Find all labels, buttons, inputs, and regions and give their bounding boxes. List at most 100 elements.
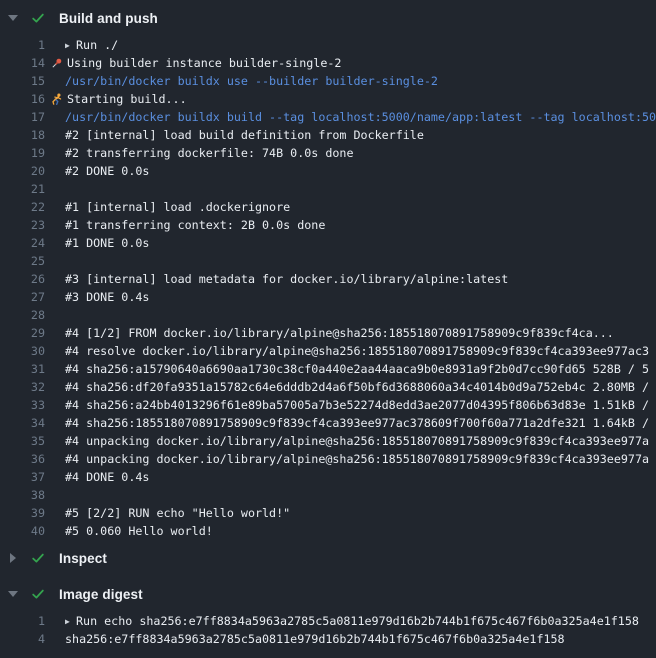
- log-text: #4 sha256:185518070891758909c9f839cf4ca3…: [65, 416, 649, 430]
- chevron-down-icon[interactable]: [8, 15, 18, 21]
- log-line-content: Starting build...: [65, 90, 187, 108]
- log-line-content: sha256:e7ff8834a5963a2785c5a0811e979d16b…: [65, 630, 565, 648]
- line-number[interactable]: 20: [0, 162, 45, 180]
- line-number[interactable]: 14: [0, 54, 45, 72]
- line-number[interactable]: 16: [0, 90, 45, 108]
- line-number[interactable]: 39: [0, 504, 45, 522]
- line-number[interactable]: 34: [0, 414, 45, 432]
- log-line: 19#2 transferring dockerfile: 74B 0.0s d…: [0, 144, 656, 162]
- log-text: Run echo sha256:e7ff8834a5963a2785c5a081…: [76, 614, 639, 628]
- line-number[interactable]: 1: [0, 612, 45, 630]
- log-line: 31 #4 sha256:a15790640a6690aa1730c38cf0a4…: [0, 360, 656, 378]
- line-number[interactable]: 28: [0, 306, 45, 324]
- log-text: Starting build...: [67, 92, 187, 106]
- log-line: 20 #2 DONE 0.0s: [0, 162, 656, 180]
- line-number[interactable]: 38: [0, 486, 45, 504]
- section-title: Inspect: [59, 551, 107, 566]
- success-check-icon: [30, 550, 46, 566]
- log-line-content: #1 DONE 0.0s: [65, 234, 149, 252]
- log-text: #4 sha256:df20fa9351a15782c64e6dddb2d4a6…: [65, 380, 649, 394]
- chevron-down-icon[interactable]: [8, 591, 18, 597]
- log-text: #3 [internal] load metadata for docker.i…: [65, 272, 508, 286]
- pushpin-icon: [50, 57, 63, 70]
- log-line: 1▶Run ./: [0, 36, 656, 54]
- log-line-content: #4 sha256:df20fa9351a15782c64e6dddb2d4a6…: [65, 378, 649, 396]
- log-line-content: ▶Run echo sha256:e7ff8834a5963a2785c5a08…: [65, 612, 639, 630]
- section-header-build-and-push[interactable]: Build and push: [0, 0, 656, 36]
- line-number[interactable]: 21: [0, 180, 45, 198]
- log-line: 16 Starting build...: [0, 90, 656, 108]
- log-text: #4 resolve docker.io/library/alpine@sha2…: [65, 344, 649, 358]
- log-text: #4 sha256:a15790640a6690aa1730c38cf0a440…: [65, 362, 649, 376]
- log-line: 28: [0, 306, 656, 324]
- log-line: 27 #3 DONE 0.4s: [0, 288, 656, 306]
- log-line-content: #5 0.060 Hello world!: [65, 522, 213, 540]
- line-number[interactable]: 1: [0, 36, 45, 54]
- run-expander-icon[interactable]: ▶: [65, 37, 76, 55]
- log-line: 17/usr/bin/docker buildx build --tag loc…: [0, 108, 656, 126]
- log-line: 33 #4 sha256:a24bb4013296f61e89ba57005a7b…: [0, 396, 656, 414]
- line-number[interactable]: 36: [0, 450, 45, 468]
- log-lines: 1▶Run ./14Using builder instance builder…: [0, 36, 656, 540]
- log-line: 34 #4 sha256:185518070891758909c9f839cf4c…: [0, 414, 656, 432]
- log-line-content: #4 sha256:a24bb4013296f61e89ba57005a7b3e…: [65, 396, 649, 414]
- line-number[interactable]: 22: [0, 198, 45, 216]
- line-number[interactable]: 31: [0, 360, 45, 378]
- line-number[interactable]: 18: [0, 126, 45, 144]
- log-section-build-and-push: Build and push1▶Run ./14Using builder in…: [0, 0, 656, 540]
- log-line: 23 #1 transferring context: 2B 0.0s done: [0, 216, 656, 234]
- log-line-content: /usr/bin/docker buildx use --builder bui…: [65, 72, 438, 90]
- chevron-right-icon[interactable]: [10, 553, 16, 563]
- log-line-content: #4 resolve docker.io/library/alpine@sha2…: [65, 342, 649, 360]
- line-number[interactable]: 27: [0, 288, 45, 306]
- line-number[interactable]: 37: [0, 468, 45, 486]
- runner-icon: [50, 93, 63, 106]
- log-text: #4 unpacking docker.io/library/alpine@sh…: [65, 434, 649, 448]
- log-line-content: #1 [internal] load .dockerignore: [65, 198, 290, 216]
- actions-log-viewer: Build and push1▶Run ./14Using builder in…: [0, 0, 656, 658]
- log-line: 37 #4 DONE 0.4s: [0, 468, 656, 486]
- log-line: 36#4 unpacking docker.io/library/alpine@…: [0, 450, 656, 468]
- log-text: #5 0.060 Hello world!: [65, 524, 213, 538]
- line-number[interactable]: 15: [0, 72, 45, 90]
- line-number[interactable]: 32: [0, 378, 45, 396]
- log-text: #4 [1/2] FROM docker.io/library/alpine@s…: [65, 326, 614, 340]
- line-number[interactable]: 23: [0, 216, 45, 234]
- log-text: #1 transferring context: 2B 0.0s done: [65, 218, 325, 232]
- log-line-content: #4 [1/2] FROM docker.io/library/alpine@s…: [65, 324, 614, 342]
- line-number[interactable]: 33: [0, 396, 45, 414]
- log-text: sha256:e7ff8834a5963a2785c5a0811e979d16b…: [65, 632, 565, 646]
- log-line-content: #4 sha256:185518070891758909c9f839cf4ca3…: [65, 414, 649, 432]
- line-number[interactable]: 29: [0, 324, 45, 342]
- log-section-image-digest: Image digest 1 ▶Run echo sha256:e7ff8834a5…: [0, 576, 656, 648]
- log-line-content: #2 DONE 0.0s: [65, 162, 149, 180]
- run-expander-icon[interactable]: ▶: [65, 613, 76, 631]
- log-text: #3 DONE 0.4s: [65, 290, 149, 304]
- line-number[interactable]: 19: [0, 144, 45, 162]
- section-header-image-digest[interactable]: Image digest: [0, 576, 656, 612]
- log-text: #2 DONE 0.0s: [65, 164, 149, 178]
- section-title: Image digest: [59, 587, 143, 602]
- line-number[interactable]: 35: [0, 432, 45, 450]
- line-number[interactable]: 4: [0, 630, 45, 648]
- log-line: 40 #5 0.060 Hello world!: [0, 522, 656, 540]
- log-line-content: #4 sha256:a15790640a6690aa1730c38cf0a440…: [65, 360, 649, 378]
- line-number[interactable]: 26: [0, 270, 45, 288]
- log-line: 38: [0, 486, 656, 504]
- log-line: 14Using builder instance builder-single-…: [0, 54, 656, 72]
- log-text: #2 [internal] load build definition from…: [65, 128, 424, 142]
- success-check-icon: [30, 586, 46, 602]
- log-line-content: #4 DONE 0.4s: [65, 468, 149, 486]
- line-number[interactable]: 17: [0, 108, 45, 126]
- line-number[interactable]: 40: [0, 522, 45, 540]
- log-line: 1 ▶Run echo sha256:e7ff8834a5963a2785c5a0…: [0, 612, 656, 630]
- log-line: 22 #1 [internal] load .dockerignore: [0, 198, 656, 216]
- line-number[interactable]: 30: [0, 342, 45, 360]
- section-header-inspect[interactable]: Inspect: [0, 540, 656, 576]
- line-number[interactable]: 25: [0, 252, 45, 270]
- success-check-icon: [30, 10, 46, 26]
- log-text: /usr/bin/docker buildx use --builder bui…: [65, 74, 438, 88]
- line-number[interactable]: 24: [0, 234, 45, 252]
- log-line-content: #5 [2/2] RUN echo "Hello world!": [65, 504, 290, 522]
- log-line-content: #3 [internal] load metadata for docker.i…: [65, 270, 508, 288]
